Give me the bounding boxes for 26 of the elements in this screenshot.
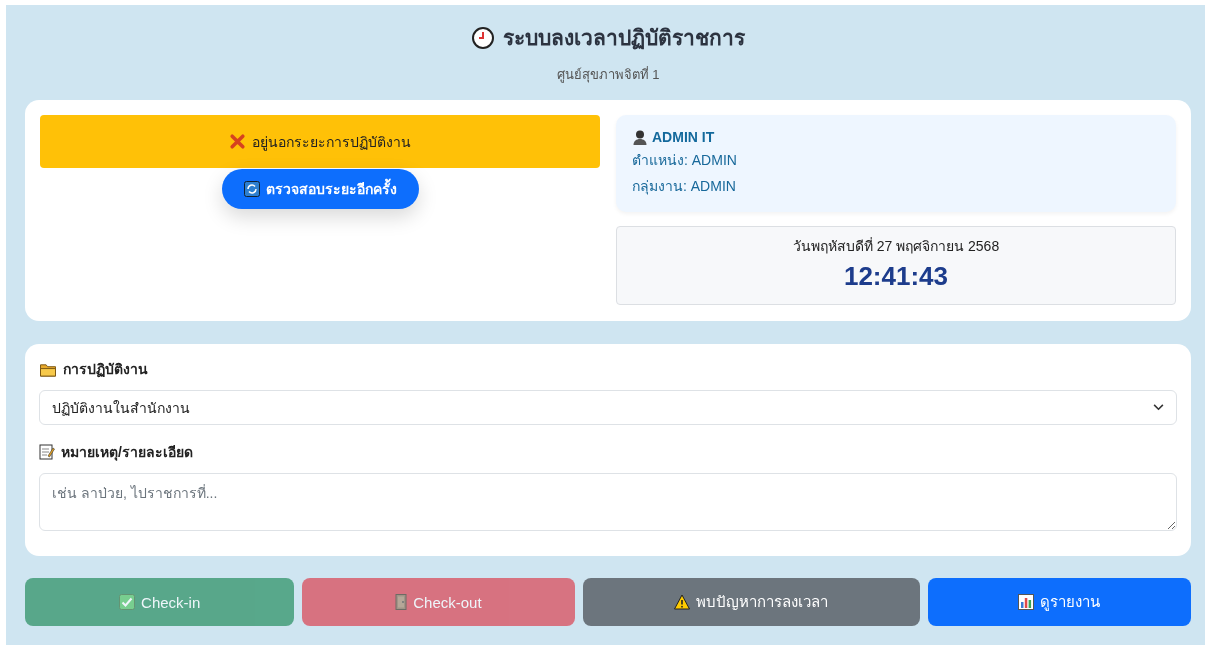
status-text: อยู่นอกระยะการปฏิบัติงาน (252, 132, 411, 153)
note-field[interactable]: เช่น ลาป่วย, ไปราชการที่... (39, 473, 1177, 531)
cross-icon (229, 133, 246, 150)
date-text: วันพฤหัสบดีที่ 27 พฤศจิกายน 2568 (792, 236, 1000, 256)
warning-icon (674, 594, 691, 610)
refresh-icon (243, 181, 260, 197)
field-label: หมายเหตุ/รายละเอียด (61, 443, 193, 463)
user-name: ADMIN IT (652, 129, 715, 145)
folder-icon (39, 361, 57, 377)
bar-chart-icon (1018, 594, 1035, 610)
report-button[interactable]: ดูรายงาน (927, 578, 1191, 626)
clock-icon (471, 25, 495, 50)
caret-icon (1153, 404, 1164, 411)
work-type-select[interactable]: ปฏิบัติงานในสำนักงาน (39, 390, 1177, 425)
field-label: การปฏิบัติงาน (63, 360, 148, 380)
app-title: ระบบลงเวลาปฏิบัติราชการ (503, 25, 745, 52)
time-text: 12:41:43 (843, 261, 949, 292)
app-subtitle: ศูนย์สุขภาพจิตที่ 1 (556, 65, 660, 85)
check-mark-icon (119, 594, 136, 610)
report-problem-button[interactable]: พบปัญหาการลงเวลา (582, 578, 920, 626)
door-icon (395, 594, 408, 610)
memo-icon (39, 444, 55, 460)
person-icon (632, 129, 648, 145)
user-position: ตำแหน่ง: ADMIN (632, 151, 738, 170)
user-group: กลุ่มงาน: ADMIN (632, 175, 1160, 197)
recheck-button[interactable]: ตรวจสอบระยะอีกครั้ง (221, 169, 419, 209)
